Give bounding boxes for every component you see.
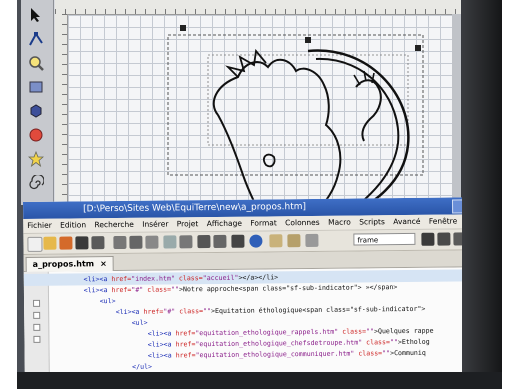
- save-all-icon[interactable]: [91, 236, 105, 250]
- code-token: "equitation_ethologique_communiquer.htm": [195, 349, 359, 360]
- menu-item-affichage[interactable]: Affichage: [207, 219, 242, 228]
- code-token: class=: [342, 327, 367, 336]
- open-recent-icon[interactable]: [59, 236, 73, 250]
- menu-item-recherche[interactable]: Recherche: [94, 220, 133, 229]
- window-title: [D:\Perso\Sites Web\EquiTerre\new\a_prop…: [83, 202, 307, 215]
- code-token: href=: [175, 351, 196, 360]
- code-token: class=: [358, 349, 383, 358]
- code-token: <ul>: [99, 297, 116, 306]
- copy-icon[interactable]: [163, 235, 177, 249]
- code-token: class=: [178, 274, 203, 283]
- rectangle-icon[interactable]: [25, 76, 47, 98]
- spellcheck-icon[interactable]: [269, 234, 283, 248]
- code-editor[interactable]: <li><a href="index.htm" class="accueil">…: [23, 266, 502, 389]
- code-token: "accueil": [202, 273, 239, 283]
- drawing-canvas[interactable]: [68, 15, 461, 205]
- code-token: >Communiq: [390, 348, 426, 358]
- menu-item-format[interactable]: Format: [250, 218, 277, 227]
- find-icon[interactable]: [197, 235, 211, 249]
- italic-icon[interactable]: [437, 232, 451, 246]
- menu-item-fichier[interactable]: Fichier: [27, 221, 52, 230]
- menu-item-scripts[interactable]: Scripts: [359, 217, 385, 226]
- spiral-icon[interactable]: [25, 172, 47, 194]
- zoom-icon[interactable]: [25, 52, 47, 74]
- canvas-scrollbar[interactable]: [452, 14, 461, 205]
- menu-item-macro[interactable]: Macro: [328, 218, 351, 227]
- code-token: "": [203, 307, 212, 316]
- indent-icon[interactable]: [231, 234, 245, 248]
- code-token: "index.htm": [131, 274, 179, 283]
- vertical-ruler: [55, 14, 68, 205]
- code-token: "#": [163, 307, 180, 316]
- desk-edge: [17, 372, 502, 389]
- star-icon[interactable]: [25, 148, 47, 170]
- settings-icon[interactable]: [305, 233, 319, 248]
- menu-item-avance[interactable]: Avancé: [393, 217, 420, 226]
- menu-item-inserer[interactable]: Insérer: [142, 219, 168, 228]
- replace-icon[interactable]: [213, 234, 227, 249]
- code-token: <li><a: [115, 307, 144, 317]
- code-token: </ul>: [132, 362, 153, 371]
- code-token: <li><a: [83, 286, 112, 295]
- code-token: class=: [179, 307, 204, 316]
- monitor-bezel: [462, 0, 502, 389]
- circle-icon[interactable]: [25, 124, 47, 146]
- drawing-app-window: [21, 0, 461, 205]
- code-token: class=: [147, 285, 172, 294]
- code-token: class=: [366, 338, 390, 347]
- code-token: <li><a: [147, 340, 176, 349]
- code-token: >Etholog: [397, 337, 430, 347]
- code-token: <li><a: [83, 275, 112, 284]
- editor-window: [D:\Perso\Sites Web\EquiTerre\new\a_prop…: [23, 196, 502, 389]
- code-token: >Quelques rappe: [373, 326, 434, 336]
- paste-icon[interactable]: [179, 235, 193, 249]
- tools-icon[interactable]: [287, 234, 301, 248]
- menu-item-fenetre[interactable]: Fenêtre: [429, 216, 457, 225]
- code-token: href=: [111, 274, 132, 284]
- print-icon[interactable]: [113, 235, 127, 250]
- code-token: "#": [131, 285, 148, 294]
- browser-preview-icon[interactable]: [249, 234, 263, 248]
- new-file-icon[interactable]: [27, 236, 43, 252]
- code-token: href=: [175, 329, 196, 338]
- code-token: <li><a: [147, 329, 176, 338]
- print-preview-icon[interactable]: [129, 235, 143, 249]
- code-token: href=: [111, 285, 132, 295]
- horse-rider-drawing: [167, 25, 424, 205]
- tab-close-icon[interactable]: ×: [100, 259, 107, 268]
- code-token: "equitation_ethologique_rappels.htm": [195, 327, 343, 338]
- photo-frame: [D:\Perso\Sites Web\EquiTerre\new\a_prop…: [17, 0, 502, 389]
- horizontal-ruler: [55, 0, 461, 15]
- code-token: href=: [143, 307, 164, 316]
- tag-select[interactable]: frame: [353, 232, 416, 246]
- cut-icon[interactable]: [145, 235, 159, 249]
- code-token: "": [365, 327, 375, 336]
- code-token: <ul>: [131, 318, 148, 327]
- save-icon[interactable]: [75, 236, 89, 250]
- code-token: href=: [175, 340, 196, 349]
- bold-icon[interactable]: [421, 232, 435, 246]
- code-token: <li><a: [147, 351, 176, 360]
- code-token: "": [171, 285, 180, 294]
- open-folder-icon[interactable]: [43, 236, 57, 250]
- menu-item-projet[interactable]: Projet: [177, 219, 199, 228]
- arrow-cursor-icon[interactable]: [25, 4, 47, 26]
- node-edit-icon[interactable]: [25, 28, 47, 50]
- tab-a-propos[interactable]: a_propos.htm ×: [25, 256, 114, 272]
- tab-label: a_propos.htm: [32, 259, 95, 269]
- menu-item-colonnes[interactable]: Colonnes: [285, 218, 320, 227]
- menu-item-edition[interactable]: Edition: [60, 220, 86, 229]
- code-token: ></a></li>: [238, 273, 279, 282]
- toolbox: [21, 0, 54, 205]
- box-3d-icon[interactable]: [25, 100, 47, 122]
